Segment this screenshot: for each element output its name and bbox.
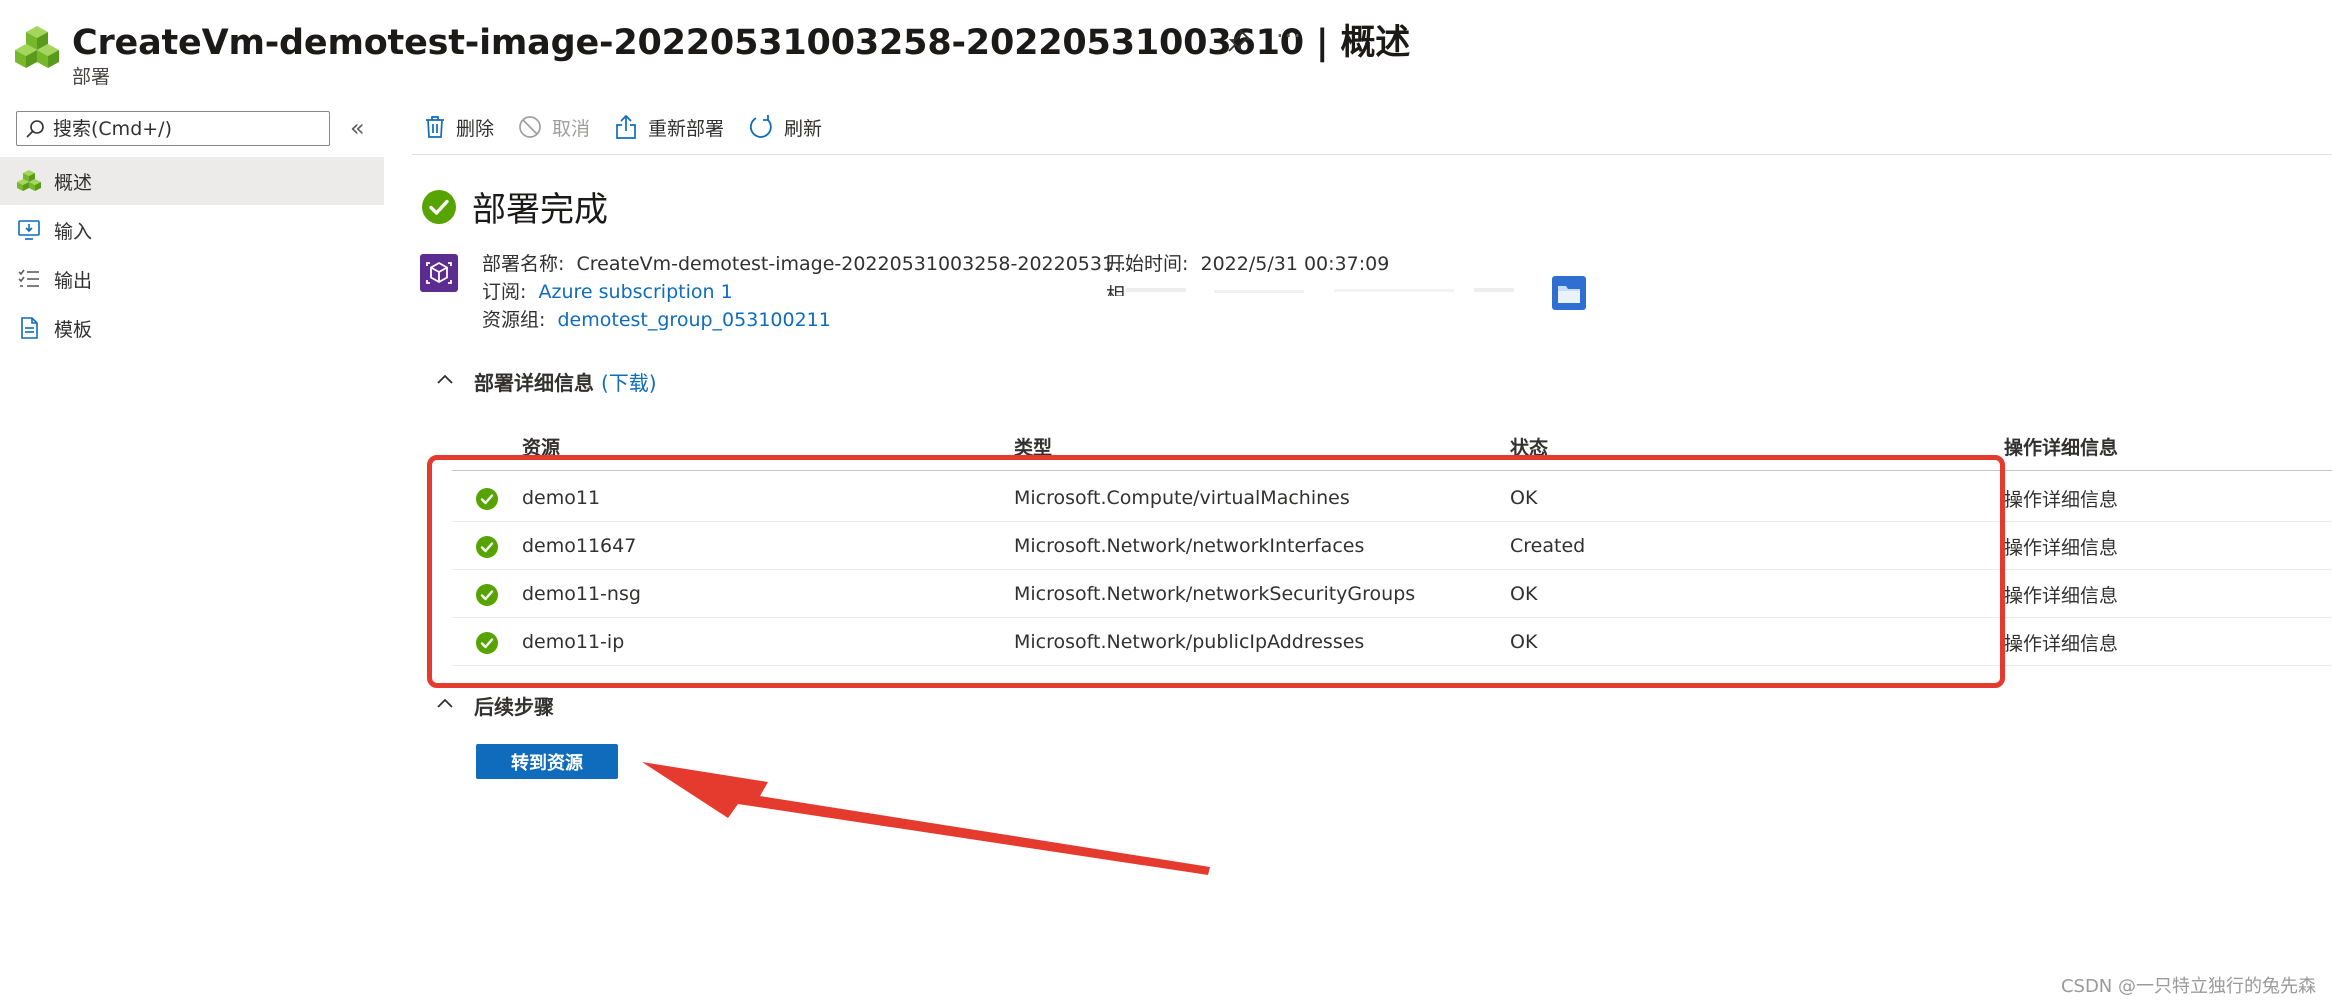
- redeploy-label: 重新部署: [648, 117, 725, 140]
- redeploy-button[interactable]: 重新部署: [614, 114, 724, 141]
- delete-label: 删除: [456, 117, 495, 140]
- delete-button[interactable]: 删除: [424, 114, 494, 141]
- deployment-status-title: 部署完成: [472, 190, 608, 230]
- cancel-button[interactable]: 取消: [518, 114, 590, 141]
- operation-details-link[interactable]: 操作详细信息: [2004, 570, 2118, 618]
- sidebar-item-inputs[interactable]: 输入: [0, 206, 384, 254]
- start-time-label: 开始时间:: [1106, 253, 1189, 275]
- copy-to-clipboard-icon[interactable]: [1550, 274, 1588, 312]
- search-input[interactable]: [53, 116, 323, 142]
- deployment-icon: [420, 254, 458, 292]
- refresh-button[interactable]: 刷新: [748, 114, 822, 141]
- success-check-icon: [422, 190, 456, 224]
- start-time: 开始时间: 2022/5/31 00:37:09: [1106, 249, 1389, 276]
- redacted-correlation-id: [1104, 278, 1524, 304]
- resource-group-label: 资源组:: [482, 309, 546, 331]
- annotation-highlight-box: [427, 455, 2005, 688]
- pin-icon[interactable]: [1226, 28, 1252, 54]
- deployment-name: 部署名称: CreateVm-demotest-image-2022053100…: [482, 249, 1132, 276]
- operation-details-link[interactable]: 操作详细信息: [2004, 522, 2118, 570]
- start-time-value: 2022/5/31 00:37:09: [1200, 253, 1390, 275]
- cancel-label: 取消: [552, 117, 591, 140]
- search-icon: [25, 119, 45, 139]
- refresh-label: 刷新: [784, 117, 823, 140]
- sidebar-item-outputs[interactable]: 输出: [0, 255, 384, 303]
- watermark-text: CSDN @一只特立独行的兔先森: [2060, 976, 2316, 997]
- deployment-name-label: 部署名称:: [482, 253, 565, 275]
- outputs-icon: [16, 266, 42, 292]
- go-to-resource-button[interactable]: 转到资源: [476, 744, 618, 779]
- sidebar-item-template[interactable]: 模板: [0, 304, 384, 352]
- operation-details-link[interactable]: 操作详细信息: [2004, 474, 2118, 522]
- sidebar-item-overview[interactable]: 概述: [0, 157, 384, 205]
- subscription-link[interactable]: Azure subscription 1: [539, 281, 733, 303]
- collapse-sidebar-icon[interactable]: «: [350, 114, 365, 142]
- sidebar-item-label: 概述: [54, 171, 93, 194]
- deployment-name-value: CreateVm-demotest-image-20220531003258-2…: [576, 253, 1133, 275]
- overview-icon: [16, 168, 42, 194]
- sidebar-item-label: 输入: [54, 220, 93, 243]
- subscription-label: 订阅:: [482, 281, 527, 303]
- download-link[interactable]: (下载): [601, 371, 657, 395]
- template-icon: [16, 315, 42, 341]
- column-header-operation-details: 操作详细信息: [2004, 437, 2119, 459]
- sidebar-item-label: 输出: [54, 269, 93, 292]
- page-title: CreateVm-demotest-image-20220531003258-2…: [72, 23, 1411, 63]
- resource-group: 资源组: demotest_group_053100211: [482, 305, 831, 332]
- deployment-resource-icon: [14, 24, 60, 74]
- upload-icon: [616, 114, 636, 139]
- deployment-details-title: 部署详细信息 (下载): [474, 367, 657, 396]
- search-box[interactable]: [16, 111, 330, 146]
- resource-group-link[interactable]: demotest_group_053100211: [558, 309, 831, 331]
- cancel-icon: [519, 116, 541, 138]
- inputs-icon: [16, 217, 42, 243]
- page-subtitle: 部署: [72, 66, 111, 88]
- trash-icon: [426, 116, 444, 138]
- annotation-arrow-icon: [630, 740, 1230, 880]
- sidebar-item-label: 模板: [54, 318, 93, 341]
- next-steps-collapse-chevron-icon[interactable]: [434, 692, 456, 714]
- subscription: 订阅: Azure subscription 1: [482, 277, 733, 304]
- toolbar-divider: [412, 154, 2332, 155]
- refresh-icon: [749, 115, 772, 138]
- command-bar: 删除 取消 重新部署 刷新: [424, 108, 846, 146]
- details-collapse-chevron-icon[interactable]: [434, 368, 456, 390]
- more-options-icon[interactable]: ···: [1276, 22, 1302, 50]
- operation-details-link[interactable]: 操作详细信息: [2004, 618, 2118, 666]
- next-steps-title: 后续步骤: [474, 695, 554, 719]
- deployment-details-label: 部署详细信息: [474, 371, 594, 395]
